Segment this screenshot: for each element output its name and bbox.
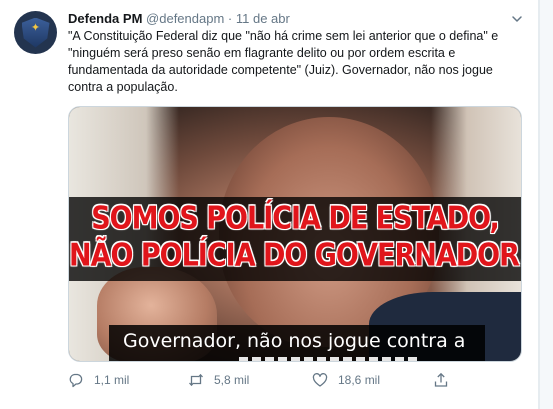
display-name[interactable]: Defenda PM — [68, 11, 142, 26]
reply-count: 1,1 mil — [94, 373, 130, 387]
like-count: 18,6 mil — [338, 373, 381, 387]
tweet-actions: 1,1 mil 5,8 mil 18,6 mil — [68, 372, 488, 392]
share-icon — [434, 372, 448, 387]
tweet-header: Defenda PM @defendapm · 11 de abr — [68, 10, 290, 28]
reply-icon — [69, 373, 83, 388]
header-separator: · — [227, 11, 233, 26]
police-badge-icon: ✦ — [21, 17, 50, 48]
heart-icon — [312, 373, 328, 387]
retweet-icon — [189, 373, 203, 387]
subtitle-cut-off-text — [239, 357, 419, 361]
retweet-button[interactable]: 5,8 mil — [188, 372, 249, 388]
like-button[interactable]: 18,6 mil — [312, 372, 380, 388]
headline-line-2: NÃO POLÍCIA DO GOVERNADOR. — [69, 237, 522, 274]
tweet-text: "A Constituição Federal diz que "não há … — [68, 29, 499, 94]
tweet-card[interactable]: ✦ Defenda PM @defendapm · 11 de abr "A C… — [0, 0, 539, 409]
image-subtitle: Governador, não nos jogue contra a — [123, 330, 466, 352]
scrollbar[interactable] — [539, 0, 553, 409]
tweet-media-image[interactable]: SOMOS POLÍCIA DE ESTADO, NÃO POLÍCIA DO … — [68, 106, 522, 362]
share-button[interactable] — [433, 372, 459, 388]
chevron-down-icon[interactable] — [510, 12, 524, 26]
tweet-date[interactable]: 11 de abr — [236, 11, 290, 26]
headline-line-1: SOMOS POLÍCIA DE ESTADO, — [91, 200, 500, 237]
user-handle[interactable]: @defendapm — [146, 11, 224, 26]
reply-button[interactable]: 1,1 mil — [68, 372, 129, 388]
avatar[interactable]: ✦ — [14, 11, 57, 54]
retweet-count: 5,8 mil — [214, 373, 250, 387]
